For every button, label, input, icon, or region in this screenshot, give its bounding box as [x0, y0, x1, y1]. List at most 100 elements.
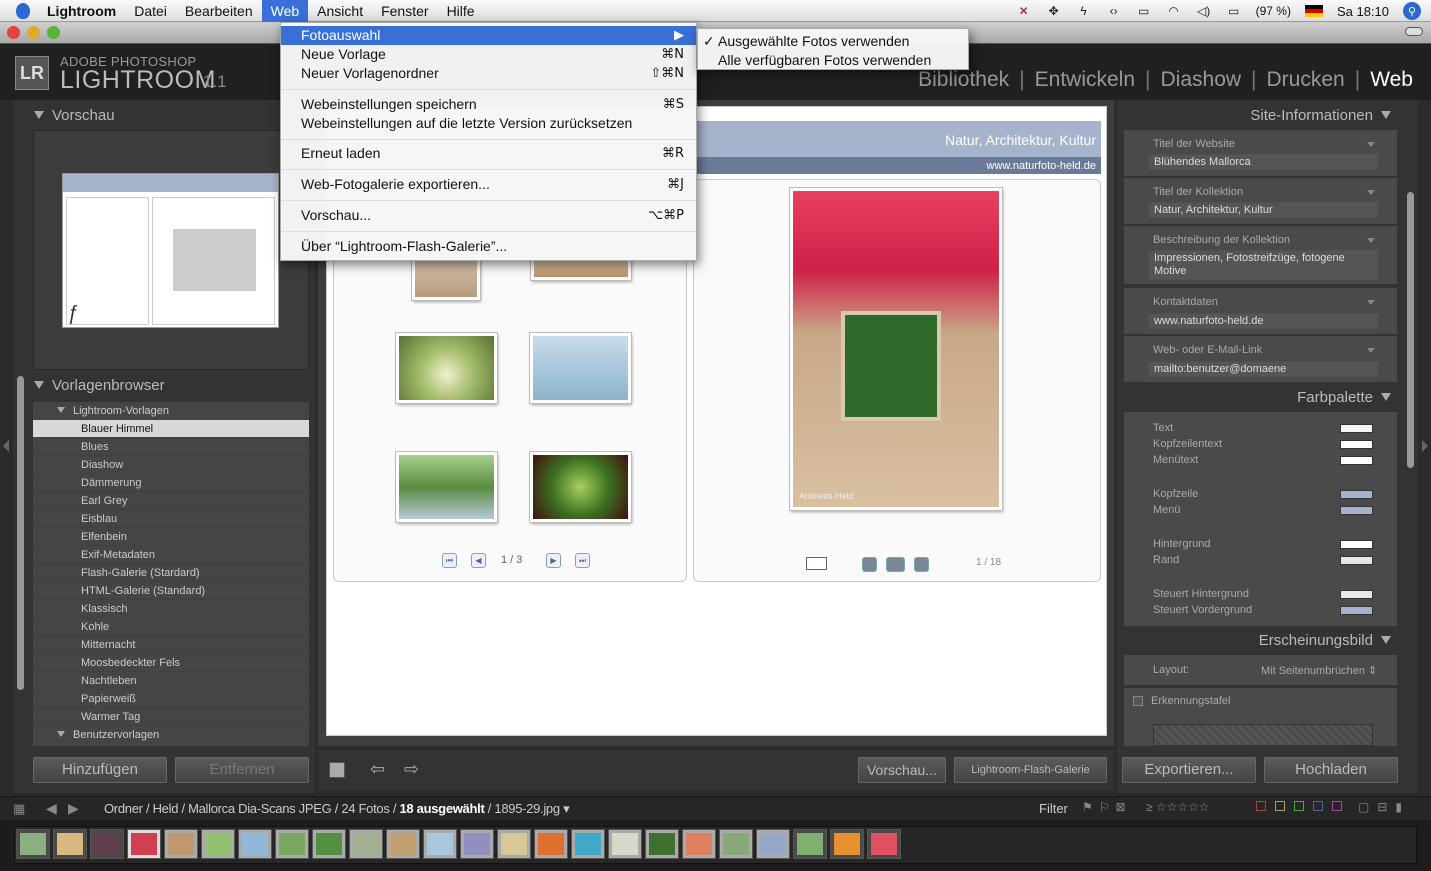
- back-arrow-icon[interactable]: ⇦: [370, 759, 385, 780]
- template-item[interactable]: Klassisch: [33, 600, 309, 618]
- battery-icon[interactable]: ▭: [1226, 4, 1242, 18]
- web-link-input[interactable]: mailto:benutzer@domaene: [1148, 361, 1378, 377]
- collection-title-input[interactable]: Natur, Architektur, Kultur: [1148, 202, 1378, 218]
- dropdown-icon[interactable]: [1367, 190, 1375, 195]
- film-thumb[interactable]: [90, 829, 124, 859]
- film-thumb[interactable]: [756, 829, 790, 859]
- template-item[interactable]: Eisblau: [33, 510, 309, 528]
- identity-plate-checkbox[interactable]: [1133, 696, 1143, 706]
- template-item[interactable]: HTML-Galerie (Standard): [33, 582, 309, 600]
- module-entwickeln[interactable]: Entwickeln: [1035, 68, 1135, 92]
- template-item[interactable]: Nachtleben: [33, 672, 309, 690]
- menu-item-fotoauswahl[interactable]: Fotoauswahl ▶: [281, 26, 696, 45]
- menu-item-revert-settings[interactable]: Webeinstellungen auf die letzte Version …: [281, 114, 696, 133]
- gallery-thumb[interactable]: [396, 333, 497, 403]
- template-item[interactable]: Mitternacht: [33, 636, 309, 654]
- template-item[interactable]: Flash-Galerie (Stardard): [33, 564, 309, 582]
- submenu-item-selected-photos[interactable]: ✓ Ausgewählte Fotos verwenden: [698, 32, 968, 51]
- zoom-window-button[interactable]: [47, 26, 60, 39]
- close-status-icon[interactable]: ✕: [1016, 4, 1032, 18]
- volume-icon[interactable]: ◁): [1196, 4, 1212, 18]
- template-browser-header[interactable]: Vorlagenbrowser: [28, 374, 308, 398]
- film-thumb[interactable]: [386, 829, 420, 859]
- display-icon[interactable]: ▭: [1136, 4, 1152, 18]
- menu-item-export-gallery[interactable]: Web-Fotogalerie exportieren... ⌘J: [281, 175, 696, 194]
- scripts-icon[interactable]: ✥: [1046, 4, 1062, 18]
- apple-icon[interactable]: [12, 0, 34, 22]
- back-icon[interactable]: ◀: [46, 800, 57, 817]
- template-group-lightroom[interactable]: Lightroom-Vorlagen: [33, 402, 309, 420]
- module-web[interactable]: Web: [1370, 68, 1413, 92]
- film-thumb[interactable]: [16, 829, 50, 859]
- preview-panel-header[interactable]: Vorschau: [28, 104, 308, 128]
- right-panel-scrollbar[interactable]: [1407, 192, 1414, 468]
- menu-item-about[interactable]: Über “Lightroom-Flash-Galerie”...: [281, 237, 696, 256]
- film-thumb[interactable]: [164, 829, 198, 859]
- next-page-icon[interactable]: ▶: [546, 553, 561, 568]
- menu-item-save-settings[interactable]: Webeinstellungen speichern ⌘S: [281, 95, 696, 114]
- right-panel-toggle-icon[interactable]: [1422, 440, 1428, 452]
- identity-plate-preview[interactable]: [1153, 724, 1373, 746]
- menu-ansicht[interactable]: Ansicht: [308, 0, 372, 22]
- contact-input[interactable]: www.naturfoto-held.de: [1148, 313, 1378, 329]
- template-item[interactable]: Blues: [33, 438, 309, 456]
- left-panel-toggle-icon[interactable]: [3, 440, 9, 452]
- film-thumb[interactable]: [682, 829, 716, 859]
- gallery-thumb[interactable]: [530, 333, 631, 403]
- menu-item-preview[interactable]: Vorschau... ⌥⌘P: [281, 206, 696, 225]
- film-thumb[interactable]: [53, 829, 87, 859]
- menu-datei[interactable]: Datei: [125, 0, 176, 22]
- template-item[interactable]: Blauer Himmel: [33, 420, 309, 438]
- next-image-icon[interactable]: [914, 557, 929, 572]
- forward-icon[interactable]: ▶: [68, 800, 79, 817]
- menu-item-new-folder[interactable]: Neuer Vorlagenordner ⇧⌘N: [281, 64, 696, 83]
- dropdown-icon[interactable]: [1367, 238, 1375, 243]
- filter-toggle-icons[interactable]: ▢⊟▮: [1358, 800, 1410, 814]
- dropdown-icon[interactable]: [1367, 300, 1375, 305]
- color-swatch[interactable]: [1340, 424, 1373, 433]
- film-thumb[interactable]: [608, 829, 642, 859]
- spotlight-icon[interactable]: ⚲: [1403, 2, 1421, 20]
- gallery-thumb[interactable]: [396, 452, 497, 522]
- color-swatch[interactable]: [1340, 606, 1373, 615]
- color-swatch[interactable]: [1340, 556, 1373, 565]
- menu-item-new-template[interactable]: Neue Vorlage ⌘N: [281, 45, 696, 64]
- submenu-item-all-photos[interactable]: Alle verfügbaren Fotos verwenden: [698, 51, 968, 70]
- play-icon[interactable]: [886, 557, 905, 572]
- film-thumb[interactable]: [534, 829, 568, 859]
- add-template-button[interactable]: Hinzufügen: [33, 757, 167, 783]
- color-swatch[interactable]: [1340, 456, 1373, 465]
- layout-select[interactable]: Mit Seitenumbrüchen ⇕: [1261, 664, 1377, 677]
- template-group-user[interactable]: Benutzervorlagen: [33, 726, 309, 744]
- film-thumb[interactable]: [127, 829, 161, 859]
- gallery-thumb[interactable]: [530, 452, 631, 522]
- forward-arrow-icon[interactable]: ⇨: [404, 759, 419, 780]
- color-swatch[interactable]: [1340, 540, 1373, 549]
- module-diashow[interactable]: Diashow: [1161, 68, 1242, 92]
- menu-bearbeiten[interactable]: Bearbeiten: [176, 0, 262, 22]
- source-path[interactable]: Ordner / Held / Mallorca Dia-Scans JPEG …: [104, 801, 570, 817]
- template-item[interactable]: Diashow: [33, 456, 309, 474]
- template-item[interactable]: Dämmerung: [33, 474, 309, 492]
- code-icon[interactable]: ‹›: [1106, 4, 1122, 18]
- film-thumb[interactable]: [275, 829, 309, 859]
- film-thumb[interactable]: [460, 829, 494, 859]
- template-item[interactable]: Elfenbein: [33, 528, 309, 546]
- film-thumb[interactable]: [312, 829, 346, 859]
- minimize-window-button[interactable]: [27, 26, 40, 39]
- color-swatch[interactable]: [1340, 490, 1373, 499]
- wifi-icon[interactable]: ◠: [1166, 4, 1182, 18]
- menu-web[interactable]: Web: [261, 0, 309, 22]
- toolbar-toggle-button[interactable]: [1405, 27, 1423, 36]
- gallery-site-link[interactable]: www.naturfoto-held.de: [987, 160, 1096, 172]
- template-item[interactable]: Earl Grey: [33, 492, 309, 510]
- prev-image-icon[interactable]: [862, 557, 877, 572]
- template-item[interactable]: Kohle: [33, 618, 309, 636]
- film-thumb[interactable]: [349, 829, 383, 859]
- film-thumb[interactable]: [867, 829, 901, 859]
- module-drucken[interactable]: Drucken: [1267, 68, 1345, 92]
- color-swatch[interactable]: [1340, 440, 1373, 449]
- fullscreen-icon[interactable]: [806, 557, 827, 570]
- gallery-type-selector[interactable]: Lightroom-Flash-Galerie: [954, 757, 1107, 783]
- film-thumb[interactable]: [571, 829, 605, 859]
